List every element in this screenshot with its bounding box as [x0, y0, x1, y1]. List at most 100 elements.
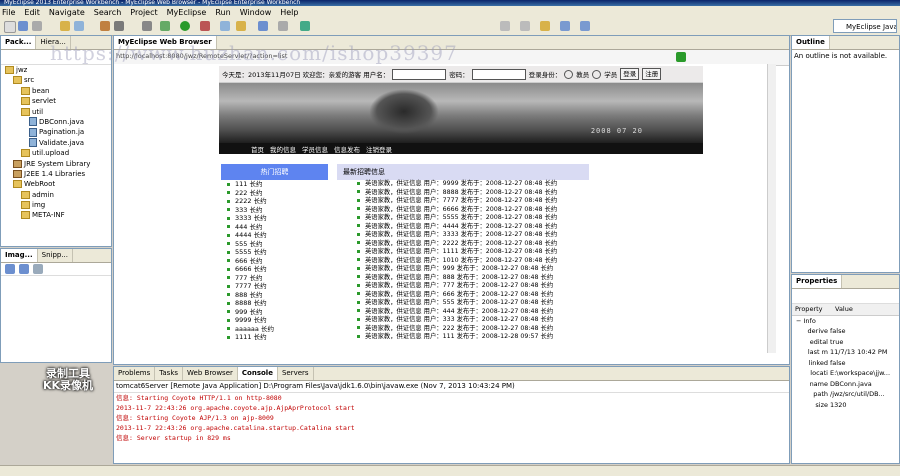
latest-job-item[interactable]: 英语家教，供证信息 用户：888 发布于：2008-12-27 08:48 长约 — [337, 274, 589, 283]
latest-job-item[interactable]: 英语家教，供证信息 用户：5555 发布于：2008-12-27 08:48 长… — [337, 214, 589, 223]
zoom-out-icon[interactable] — [19, 264, 29, 274]
folder-icon[interactable] — [236, 21, 246, 31]
search-icon[interactable] — [258, 21, 268, 31]
last-edit-icon[interactable] — [540, 21, 550, 31]
menu-help[interactable]: Help — [280, 8, 298, 17]
menu-file[interactable]: File — [2, 8, 15, 17]
property-row[interactable]: linked false — [792, 358, 899, 369]
fit-icon[interactable] — [33, 264, 43, 274]
tree-item[interactable]: JRE System Library — [3, 159, 111, 169]
browser-scrollbar[interactable] — [767, 64, 776, 353]
settings-icon[interactable] — [142, 21, 152, 31]
hot-job-item[interactable]: 444 长约 — [221, 223, 328, 232]
server-icon[interactable] — [114, 21, 124, 31]
role-teacher-radio[interactable] — [564, 69, 574, 79]
tab-snippets[interactable]: Snipp... — [38, 249, 74, 262]
pen-icon[interactable] — [278, 21, 288, 31]
refresh-icon[interactable] — [300, 21, 310, 31]
login-button[interactable]: 登录 — [620, 68, 640, 80]
print-icon[interactable] — [32, 21, 42, 31]
deploy-icon[interactable] — [100, 21, 110, 31]
tree-item[interactable]: DBConn.java — [3, 117, 111, 127]
latest-job-item[interactable]: 英语家教，供证信息 用户：9999 发布于：2008-12-27 08:48 长… — [337, 180, 589, 189]
nav-my-info[interactable]: 我的信息 — [270, 144, 296, 154]
hot-job-item[interactable]: 8888 长约 — [221, 299, 328, 308]
menu-run[interactable]: Run — [215, 8, 230, 17]
tree-item[interactable]: bean — [3, 86, 111, 96]
tree-item[interactable]: servlet — [3, 96, 111, 106]
latest-job-item[interactable]: 英语家教，供证信息 用户：4444 发布于：2008-12-27 08:48 长… — [337, 223, 589, 232]
zoom-in-icon[interactable] — [5, 264, 15, 274]
tab-hierarchy[interactable]: Hiera... — [36, 36, 71, 49]
save-icon[interactable] — [18, 21, 28, 31]
hot-job-item[interactable]: 111 长约 — [221, 180, 328, 189]
property-row[interactable]: path/jwz/src/util/DB... — [792, 389, 899, 400]
url-field[interactable]: http://localhost:8080/jwz/RemoteServlet/… — [116, 52, 287, 60]
property-row[interactable]: name DBConn.java — [792, 379, 899, 390]
tree-item[interactable]: META-INF — [3, 210, 111, 220]
menu-search[interactable]: Search — [94, 8, 121, 17]
forward-icon[interactable] — [580, 21, 590, 31]
new-class-icon[interactable] — [74, 21, 84, 31]
tab-tasks[interactable]: Tasks — [155, 367, 184, 380]
tree-item[interactable]: Validate.java — [3, 138, 111, 148]
hot-job-item[interactable]: 666 长约 — [221, 257, 328, 266]
menu-project[interactable]: Project — [130, 8, 157, 17]
property-row[interactable]: derive false — [792, 326, 899, 337]
hot-job-item[interactable]: 2222 长约 — [221, 197, 328, 206]
tree-item[interactable]: Pagination.ja — [3, 127, 111, 137]
next-annotation-icon[interactable] — [520, 21, 530, 31]
latest-job-item[interactable]: 英语家教，供证信息 用户：6666 发布于：2008-12-27 08:48 长… — [337, 206, 589, 215]
latest-job-item[interactable]: 英语家教，供证信息 用户：444 发布于：2008-12-27 08:48 长约 — [337, 308, 589, 317]
col-property[interactable]: Property — [792, 304, 835, 315]
username-input[interactable] — [392, 68, 447, 80]
hot-job-item[interactable]: 4444 长约 — [221, 231, 328, 240]
tree-item[interactable]: admin — [3, 190, 111, 200]
properties-group[interactable]: − Info — [792, 316, 899, 327]
tree-item[interactable]: jwz — [3, 65, 111, 75]
latest-job-item[interactable]: 英语家教，供证信息 用户：777 发布于：2008-12-27 08:48 长约 — [337, 282, 589, 291]
role-student-radio[interactable] — [592, 69, 602, 79]
latest-job-item[interactable]: 英语家教，供证信息 用户：666 发布于：2008-12-27 08:48 长约 — [337, 291, 589, 300]
nav-logout[interactable]: 注销登录 — [366, 144, 392, 154]
tree-item[interactable]: WebRoot — [3, 179, 111, 189]
new-package-icon[interactable] — [220, 21, 230, 31]
password-input[interactable] — [471, 68, 526, 80]
back-icon[interactable] — [560, 21, 570, 31]
hot-job-item[interactable]: 555 长约 — [221, 240, 328, 249]
annotation-icon[interactable] — [500, 21, 510, 31]
tab-images[interactable]: Imag... — [1, 249, 38, 262]
tree-item[interactable]: util — [3, 107, 111, 117]
property-row[interactable]: last m 11/7/13 10:42 PM — [792, 347, 899, 358]
hot-job-item[interactable]: 999 长约 — [221, 308, 328, 317]
go-icon[interactable] — [676, 52, 686, 62]
latest-job-item[interactable]: 英语家教，供证信息 用户：555 发布于：2008-12-27 08:48 长约 — [337, 299, 589, 308]
menu-myeclipse[interactable]: MyEclipse — [167, 8, 207, 17]
tab-outline[interactable]: Outline — [792, 36, 830, 49]
latest-job-item[interactable]: 英语家教，供证信息 用户：2222 发布于：2008-12-27 08:48 长… — [337, 240, 589, 249]
latest-job-item[interactable]: 英语家教，供证信息 用户：3333 发布于：2008-12-27 08:48 长… — [337, 231, 589, 240]
property-row[interactable]: edital true — [792, 337, 899, 348]
hot-job-item[interactable]: 1111 长约 — [221, 333, 328, 342]
debug-icon[interactable] — [160, 21, 170, 31]
tree-item[interactable]: util.upload — [3, 148, 111, 158]
hot-job-item[interactable]: aaaaaa 长约 — [221, 325, 328, 334]
latest-job-item[interactable]: 英语家教，供证信息 用户：8888 发布于：2008-12-27 08:48 长… — [337, 189, 589, 198]
menu-window[interactable]: Window — [240, 8, 272, 17]
latest-job-item[interactable]: 英语家教，供证信息 用户：999 发布于：2008-12-27 08:48 长约 — [337, 265, 589, 274]
new-icon[interactable] — [4, 21, 16, 33]
tab-properties[interactable]: Properties — [792, 275, 843, 288]
col-value[interactable]: Value — [835, 304, 853, 315]
latest-job-item[interactable]: 英语家教，供证信息 用户：1111 发布于：2008-12-27 08:48 长… — [337, 248, 589, 257]
tree-item[interactable]: J2EE 1.4 Libraries — [3, 169, 111, 179]
latest-job-item[interactable]: 英语家教，供证信息 用户：333 发布于：2008-12-27 08:48 长约 — [337, 316, 589, 325]
latest-job-item[interactable]: 英语家教，供证信息 用户：1010 发布于：2008-12-27 08:48 长… — [337, 257, 589, 266]
open-type-icon[interactable] — [60, 21, 70, 31]
tab-package-explorer[interactable]: Pack... — [1, 36, 37, 49]
nav-students[interactable]: 学员信息 — [302, 144, 328, 154]
tab-console[interactable]: Console — [237, 367, 278, 380]
perspective-switcher[interactable]: MyEclipse Java — [833, 19, 897, 33]
hot-job-item[interactable]: 888 长约 — [221, 291, 328, 300]
hot-job-item[interactable]: 6666 长约 — [221, 265, 328, 274]
hot-job-item[interactable]: 9999 长约 — [221, 316, 328, 325]
